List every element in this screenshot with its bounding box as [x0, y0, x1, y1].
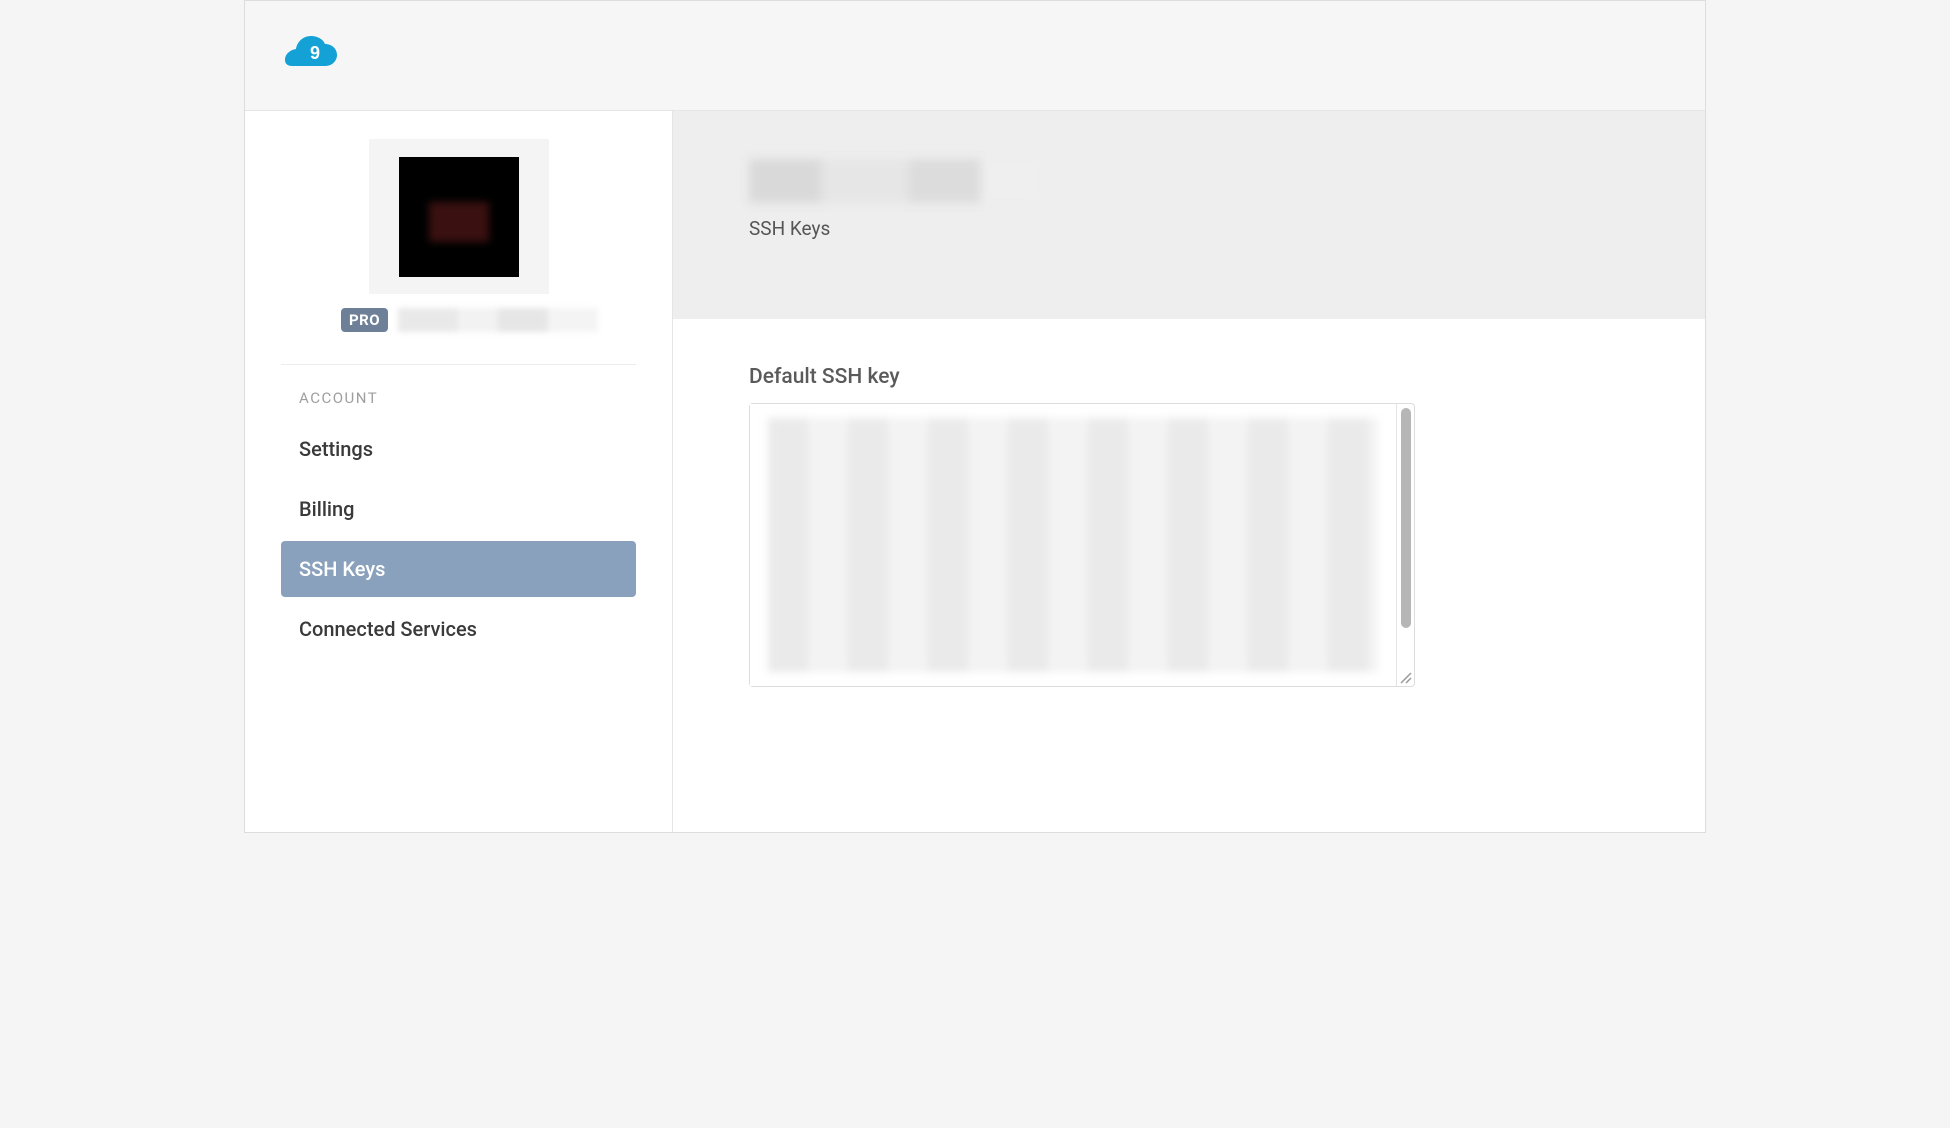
main-header: SSH Keys [673, 111, 1705, 319]
annotation-arrow-icon [1171, 691, 1691, 833]
profile-name-row: PRO [281, 308, 636, 332]
svg-text:9: 9 [310, 43, 320, 63]
ssh-key-redacted [768, 418, 1378, 672]
profile-block: PRO [281, 129, 636, 350]
pro-badge: PRO [341, 308, 388, 332]
sidebar-divider [281, 364, 636, 365]
ssh-key-textarea[interactable] [749, 403, 1415, 687]
body: PRO ACCOUNT Settings Billing SSH Keys Co… [245, 111, 1705, 832]
sidebar-item-ssh-keys[interactable]: SSH Keys [281, 541, 636, 597]
avatar-frame [369, 139, 549, 294]
app-window: 9 PRO ACCOUNT Settings Billing SSH Keys [244, 0, 1706, 833]
sidebar-item-billing[interactable]: Billing [281, 481, 636, 537]
top-bar: 9 [245, 1, 1705, 111]
cloud9-logo-icon[interactable]: 9 [285, 36, 337, 76]
textarea-resize-handle[interactable] [1398, 670, 1412, 684]
main-panel: SSH Keys Default SSH key [673, 111, 1705, 832]
default-ssh-key-label: Default SSH key [749, 365, 1629, 389]
account-section-label: ACCOUNT [281, 389, 636, 407]
header-user-name-redacted [749, 159, 1039, 203]
sidebar-item-connected-services[interactable]: Connected Services [281, 601, 636, 657]
main-body: Default SSH key [673, 319, 1705, 687]
avatar[interactable] [399, 157, 519, 277]
textarea-scrollbar[interactable] [1396, 404, 1414, 686]
sidebar: PRO ACCOUNT Settings Billing SSH Keys Co… [245, 111, 673, 832]
page-title: SSH Keys [749, 217, 1705, 240]
ssh-key-content[interactable] [750, 404, 1396, 686]
sidebar-item-settings[interactable]: Settings [281, 421, 636, 477]
profile-name-redacted [398, 308, 598, 332]
scrollbar-thumb[interactable] [1401, 408, 1411, 628]
account-nav: Settings Billing SSH Keys Connected Serv… [281, 421, 636, 657]
